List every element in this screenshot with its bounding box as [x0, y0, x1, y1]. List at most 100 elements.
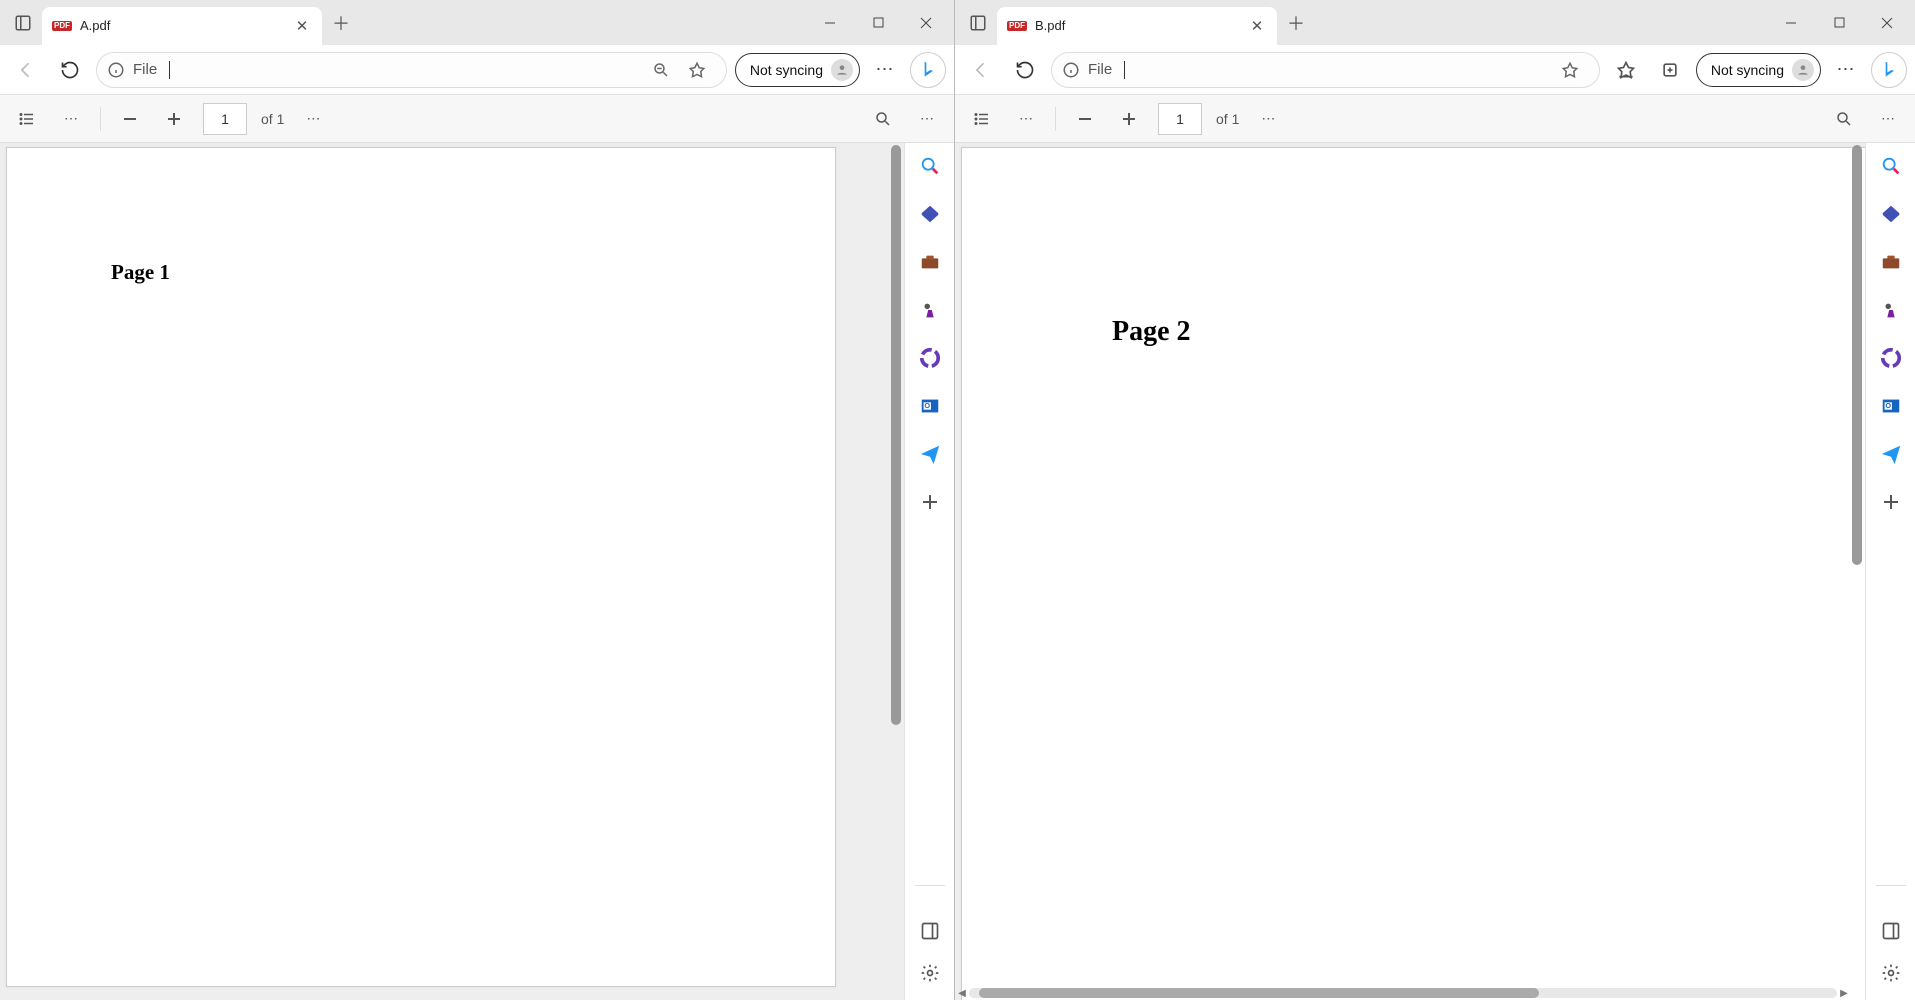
sync-status-text: Not syncing	[750, 62, 823, 78]
toolbar-separator	[1055, 107, 1056, 131]
address-text: File	[1088, 61, 1112, 78]
shopping-tag-icon[interactable]	[917, 201, 943, 227]
svg-text:O: O	[1885, 401, 1891, 410]
profile-avatar-icon	[831, 59, 853, 81]
page-number-input[interactable]	[1158, 103, 1202, 135]
maximize-window-button[interactable]	[854, 3, 902, 43]
outlook-icon[interactable]: O	[1878, 393, 1904, 419]
tab-title: B.pdf	[1035, 18, 1239, 33]
pdf-viewport[interactable]: Page 1	[0, 143, 904, 1000]
scroll-right-arrow[interactable]: ▶	[1837, 988, 1851, 999]
games-icon[interactable]	[917, 297, 943, 323]
close-window-button[interactable]	[1863, 3, 1911, 43]
pdf-more-left-button[interactable]: ⋯	[1011, 104, 1041, 134]
page-count-label: of 1	[261, 111, 284, 127]
pdf-page-text: Page 1	[111, 260, 170, 285]
pdf-viewport[interactable]: Page 2 ◀ ▶	[955, 143, 1865, 1000]
site-info-icon[interactable]	[1062, 61, 1080, 79]
navigation-bar: File Not syncing ⋯	[0, 45, 954, 95]
microsoft365-icon[interactable]	[1878, 345, 1904, 371]
close-tab-button[interactable]: ✕	[292, 17, 312, 35]
pdf-more-left-button[interactable]: ⋯	[56, 104, 86, 134]
pdf-settings-button[interactable]: ⋯	[912, 104, 942, 134]
sidebar-panel-toggle-icon[interactable]	[1878, 918, 1904, 944]
vertical-scrollbar[interactable]	[1849, 143, 1865, 614]
scroll-left-arrow[interactable]: ◀	[955, 988, 969, 999]
page-count-label: of 1	[1216, 111, 1239, 127]
pdf-contents-button[interactable]	[967, 104, 997, 134]
send-icon[interactable]	[1878, 441, 1904, 467]
sidebar-settings-icon[interactable]	[1878, 960, 1904, 986]
shopping-tag-icon[interactable]	[1878, 201, 1904, 227]
outlook-icon[interactable]: O	[917, 393, 943, 419]
settings-more-button[interactable]: ⋯	[1829, 53, 1863, 87]
sync-status-text: Not syncing	[1711, 62, 1784, 78]
search-icon[interactable]	[917, 153, 943, 179]
svg-text:O: O	[924, 401, 930, 410]
pdf-settings-button[interactable]: ⋯	[1873, 104, 1903, 134]
minimize-window-button[interactable]	[806, 3, 854, 43]
tab-actions-button[interactable]	[959, 4, 997, 42]
pdf-file-icon: PDF	[1007, 21, 1027, 31]
zoom-reset-icon[interactable]	[652, 61, 680, 79]
refresh-button[interactable]	[52, 52, 88, 88]
pdf-toolbar: ⋯ of 1 ⋯ ⋯	[0, 95, 954, 143]
pdf-page: Page 2	[961, 147, 1865, 1000]
profile-sync-pill[interactable]: Not syncing	[735, 53, 860, 87]
new-tab-button[interactable]: ＋	[1277, 4, 1315, 42]
tab-actions-button[interactable]	[4, 4, 42, 42]
pdf-page-text: Page 2	[1112, 316, 1191, 348]
collections-button[interactable]	[1652, 52, 1688, 88]
favorite-add-icon[interactable]	[688, 61, 716, 79]
toolbar-separator	[100, 107, 101, 131]
bing-sidebar-button[interactable]	[910, 52, 946, 88]
pdf-page-more-button[interactable]: ⋯	[298, 104, 328, 134]
bing-sidebar-button[interactable]	[1871, 52, 1907, 88]
horizontal-scrollbar[interactable]: ◀ ▶	[955, 986, 1851, 1000]
plus-icon[interactable]	[1878, 489, 1904, 515]
browser-tab[interactable]: PDF A.pdf ✕	[42, 7, 322, 45]
page-number-input[interactable]	[203, 103, 247, 135]
back-button[interactable]	[963, 52, 999, 88]
sidebar-settings-icon[interactable]	[917, 960, 943, 986]
plus-icon[interactable]	[917, 489, 943, 515]
sidebar-divider	[1876, 885, 1906, 886]
settings-more-button[interactable]: ⋯	[868, 53, 902, 87]
profile-sync-pill[interactable]: Not syncing	[1696, 53, 1821, 87]
pdf-page-more-button[interactable]: ⋯	[1253, 104, 1283, 134]
new-tab-button[interactable]: ＋	[322, 4, 360, 42]
address-bar[interactable]: File	[96, 52, 727, 88]
address-bar[interactable]: File	[1051, 52, 1600, 88]
pdf-find-button[interactable]	[868, 104, 898, 134]
microsoft365-icon[interactable]	[917, 345, 943, 371]
tab-title: A.pdf	[80, 18, 284, 33]
zoom-out-button[interactable]	[115, 104, 145, 134]
pdf-file-icon: PDF	[52, 21, 72, 31]
games-icon[interactable]	[1878, 297, 1904, 323]
site-info-icon[interactable]	[107, 61, 125, 79]
send-icon[interactable]	[917, 441, 943, 467]
briefcase-icon[interactable]	[1878, 249, 1904, 275]
browser-tab[interactable]: PDF B.pdf ✕	[997, 7, 1277, 45]
zoom-in-button[interactable]	[1114, 104, 1144, 134]
refresh-button[interactable]	[1007, 52, 1043, 88]
minimize-window-button[interactable]	[1767, 3, 1815, 43]
favorite-add-icon[interactable]	[1561, 61, 1589, 79]
search-icon[interactable]	[1878, 153, 1904, 179]
vertical-scrollbar[interactable]	[888, 143, 904, 743]
back-button[interactable]	[8, 52, 44, 88]
close-tab-button[interactable]: ✕	[1247, 17, 1267, 35]
zoom-in-button[interactable]	[159, 104, 189, 134]
favorites-button[interactable]	[1608, 52, 1644, 88]
text-cursor	[169, 61, 170, 79]
pdf-find-button[interactable]	[1829, 104, 1859, 134]
zoom-out-button[interactable]	[1070, 104, 1100, 134]
address-text: File	[133, 61, 157, 78]
pdf-contents-button[interactable]	[12, 104, 42, 134]
close-window-button[interactable]	[902, 3, 950, 43]
maximize-window-button[interactable]	[1815, 3, 1863, 43]
briefcase-icon[interactable]	[917, 249, 943, 275]
sidebar-panel-toggle-icon[interactable]	[917, 918, 943, 944]
profile-avatar-icon	[1792, 59, 1814, 81]
browser-window-left: PDF A.pdf ✕ ＋ File	[0, 0, 955, 1000]
